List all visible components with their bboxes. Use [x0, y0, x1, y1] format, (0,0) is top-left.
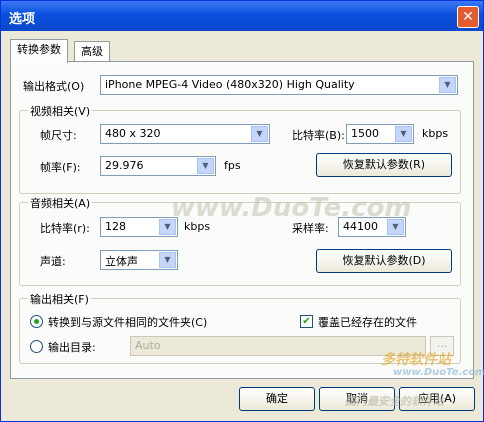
framerate-unit: fps	[224, 159, 241, 172]
output-group-title: 输出相关(F)	[28, 291, 91, 307]
overwrite-label[interactable]: 覆盖已经存在的文件	[318, 314, 417, 330]
output-format-label: 输出格式(O)	[23, 80, 85, 93]
corner-url-watermark: www.DuoTe.com	[393, 367, 484, 378]
tab-convert-params[interactable]: 转换参数	[10, 39, 68, 63]
audio-bitrate-value: 128	[105, 220, 126, 233]
video-bitrate-unit: kbps	[422, 127, 449, 140]
video-restore-defaults-button[interactable]: 恢复默认参数(R)	[316, 153, 452, 177]
close-button[interactable]: ✕	[457, 6, 479, 28]
video-group-title: 视频相关(V)	[28, 103, 93, 119]
chevron-down-icon: ▼	[159, 252, 176, 268]
video-bitrate-value: 1500	[351, 127, 379, 140]
audio-bitrate-label: 比特率(r):	[40, 222, 90, 235]
overwrite-checkbox[interactable]: ✔	[300, 315, 313, 328]
options-dialog: 选项 ✕ 转换参数 高级 输出格式(O) iPhone MPEG-4 Video…	[0, 0, 484, 422]
audio-restore-defaults-button[interactable]: 恢复默认参数(D)	[316, 249, 452, 273]
channel-label: 声道:	[40, 255, 66, 268]
frame-size-select[interactable]: 480 x 320 ▼	[100, 124, 270, 144]
frame-size-label: 帧尺寸:	[40, 129, 77, 142]
video-bitrate-select[interactable]: 1500 ▼	[346, 124, 414, 144]
video-bitrate-label: 比特率(B):	[292, 129, 345, 142]
center-watermark: www.DuoTe.com	[171, 193, 412, 223]
tab-advanced[interactable]: 高级	[74, 41, 110, 62]
channel-value: 立体声	[105, 255, 138, 268]
ok-button[interactable]: 确定	[239, 387, 315, 411]
output-format-value: iPhone MPEG-4 Video (480x320) High Quali…	[105, 78, 355, 91]
chevron-down-icon: ▼	[197, 158, 214, 174]
checkmark-icon: ✔	[302, 316, 311, 327]
audio-bitrate-select[interactable]: 128 ▼	[100, 217, 178, 237]
output-format-select[interactable]: iPhone MPEG-4 Video (480x320) High Quali…	[100, 75, 458, 95]
frame-size-value: 480 x 320	[105, 127, 161, 140]
audio-group-title: 音频相关(A)	[28, 195, 93, 211]
radio-selected-dot	[34, 319, 39, 324]
output-dir-radio[interactable]	[30, 340, 43, 353]
output-dir-value: Auto	[135, 339, 161, 352]
channel-select[interactable]: 立体声 ▼	[100, 250, 178, 270]
framerate-value: 29.976	[105, 159, 144, 172]
chevron-down-icon: ▼	[395, 126, 412, 142]
framerate-label: 帧率(F):	[40, 161, 81, 174]
close-icon: ✕	[462, 9, 474, 25]
corner-brand-watermark: 多特软件站	[381, 352, 451, 368]
chevron-down-icon: ▼	[251, 126, 268, 142]
footer-watermark: 国内最安全的软件站	[345, 395, 444, 408]
video-group: 视频相关(V) 帧尺寸: 480 x 320 ▼ 比特率(B): 1500 ▼ …	[19, 103, 461, 194]
chevron-down-icon: ▼	[439, 77, 456, 93]
same-folder-radio[interactable]	[30, 315, 43, 328]
framerate-select[interactable]: 29.976 ▼	[100, 156, 216, 176]
dialog-title: 选项	[9, 12, 36, 27]
title-bar[interactable]: 选项 ✕	[1, 1, 483, 31]
same-folder-label[interactable]: 转换到与源文件相同的文件夹(C)	[48, 314, 207, 330]
output-dir-label: 输出目录:	[48, 341, 96, 354]
